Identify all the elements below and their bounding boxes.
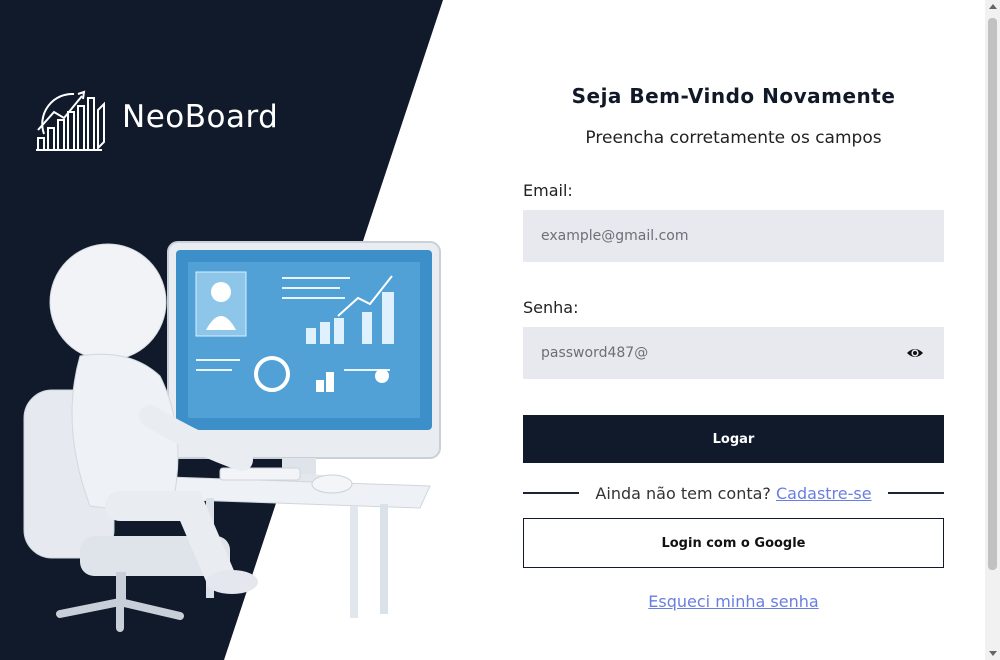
- login-button[interactable]: Logar: [523, 415, 944, 463]
- signup-divider: Ainda não tem conta? Cadastre-se: [523, 480, 944, 506]
- password-label: Senha:: [523, 298, 579, 317]
- vertical-scrollbar[interactable]: [985, 0, 1000, 660]
- scroll-down-arrow-icon[interactable]: [989, 651, 997, 656]
- signup-prompt: Ainda não tem conta?: [595, 483, 771, 503]
- welcome-title: Seja Bem-Vindo Novamente: [571, 84, 896, 108]
- signup-link[interactable]: Cadastre-se: [776, 484, 872, 503]
- email-label: Email:: [523, 181, 573, 200]
- form-subtitle: Preencha corretamente os campos: [585, 128, 882, 148]
- scroll-up-arrow-icon[interactable]: [989, 4, 997, 9]
- password-field[interactable]: password487@: [523, 327, 944, 379]
- divider-line-left: [523, 492, 580, 494]
- brand: NeoBoard: [34, 82, 278, 152]
- left-panel: NeoBoard: [0, 0, 520, 660]
- password-value: password487@: [541, 345, 649, 361]
- email-placeholder: example@gmail.com: [541, 228, 689, 244]
- signup-prompt-wrap: Ainda não tem conta? Cadastre-se: [595, 484, 871, 503]
- divider-line-right: [887, 492, 944, 494]
- person-at-computer-illustration: [23, 241, 441, 632]
- chart-growth-icon: [36, 90, 105, 151]
- brand-name: NeoBoard: [122, 99, 279, 135]
- email-field[interactable]: example@gmail.com: [523, 210, 944, 262]
- scroll-thumb[interactable]: [988, 18, 997, 570]
- google-login-button[interactable]: Login com o Google: [523, 518, 944, 568]
- forgot-password-link[interactable]: Esqueci minha senha: [523, 592, 944, 611]
- eye-icon[interactable]: [906, 345, 924, 361]
